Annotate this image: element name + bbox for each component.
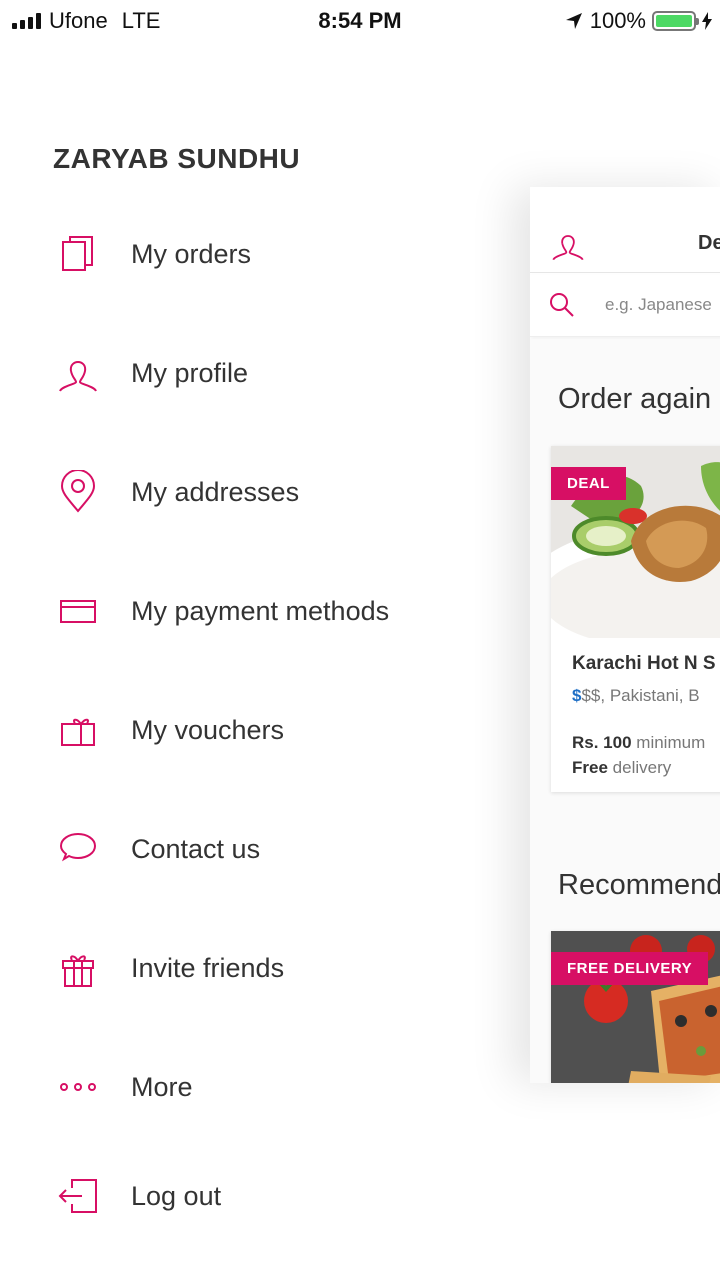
menu-label: My addresses bbox=[131, 476, 300, 507]
delivery-label: delivery bbox=[612, 758, 672, 777]
menu-label: Contact us bbox=[131, 833, 261, 864]
location-arrow-icon bbox=[565, 13, 582, 29]
minimum-label: minimum bbox=[636, 733, 706, 752]
main-header: De bbox=[530, 187, 720, 273]
menu-label: More bbox=[131, 1071, 193, 1102]
section-title-recommended: Recommend bbox=[558, 869, 720, 901]
search-bar[interactable]: e.g. Japanese bbox=[530, 275, 720, 337]
menu-item-more[interactable]: More bbox=[0, 1037, 480, 1137]
battery-percent: 100% bbox=[589, 8, 646, 33]
menu-item-invite-friends[interactable]: Invite friends bbox=[0, 918, 480, 1018]
main-content: Order again DEAL Karachi Hot N S $$$, Pa… bbox=[530, 339, 720, 1083]
section-title-order-again: Order again bbox=[558, 383, 712, 415]
menu-item-my-profile[interactable]: My profile bbox=[0, 323, 480, 423]
profile-icon[interactable] bbox=[550, 227, 586, 263]
deal-badge: DEAL bbox=[551, 467, 626, 500]
menu-item-my-vouchers[interactable]: My vouchers bbox=[0, 680, 480, 780]
status-bar: Ufone LTE 8:54 PM 100% bbox=[0, 0, 720, 40]
menu-label: My orders bbox=[131, 238, 252, 269]
menu-item-my-payment-methods[interactable]: My payment methods bbox=[0, 561, 480, 661]
credit-card-icon bbox=[56, 589, 100, 633]
menu-item-contact-us[interactable]: Contact us bbox=[0, 799, 480, 899]
minimum-order: Rs. 100 minimum bbox=[572, 733, 705, 753]
orders-icon bbox=[56, 232, 100, 276]
menu-label: My payment methods bbox=[131, 595, 390, 626]
location-pin-icon bbox=[56, 470, 100, 514]
chat-bubble-icon bbox=[56, 827, 100, 871]
restaurant-tags: $$$, Pakistani, B bbox=[572, 686, 700, 706]
restaurant-name: Karachi Hot N S bbox=[572, 653, 716, 674]
voucher-icon bbox=[56, 708, 100, 752]
minimum-amount: Rs. 100 bbox=[572, 733, 632, 752]
recommended-card[interactable]: FREE DELIVERY bbox=[551, 931, 720, 1083]
restaurant-card[interactable]: DEAL Karachi Hot N S $$$, Pakistani, B R… bbox=[551, 446, 720, 792]
menu-label: My profile bbox=[131, 357, 249, 388]
delivery-fee: Free delivery bbox=[572, 758, 671, 778]
menu-item-my-orders[interactable]: My orders bbox=[0, 204, 480, 304]
user-name: ZARYAB SUNDHU bbox=[53, 143, 301, 174]
search-input[interactable]: e.g. Japanese bbox=[605, 295, 712, 315]
restaurant-image: DEAL bbox=[551, 446, 720, 638]
menu-item-my-addresses[interactable]: My addresses bbox=[0, 442, 480, 542]
more-dots-icon bbox=[56, 1065, 100, 1109]
gift-icon bbox=[56, 946, 100, 990]
menu-item-log-out[interactable]: Log out bbox=[0, 1146, 480, 1246]
delivery-amount: Free bbox=[572, 758, 608, 777]
main-screen-panel[interactable]: De e.g. Japanese Order again DEAL Karach… bbox=[530, 187, 720, 1083]
menu-label: My vouchers bbox=[131, 714, 285, 745]
battery-icon bbox=[652, 11, 699, 31]
delivery-location-label[interactable]: De bbox=[698, 232, 720, 255]
charging-bolt-icon bbox=[702, 12, 712, 30]
menu-label: Invite friends bbox=[131, 952, 285, 983]
search-icon bbox=[550, 293, 574, 317]
profile-icon bbox=[56, 351, 100, 395]
recommended-image: FREE DELIVERY bbox=[551, 931, 720, 1083]
restaurant-cuisines: $$, Pakistani, B bbox=[581, 686, 700, 705]
status-right: 100% bbox=[564, 8, 712, 34]
free-delivery-badge: FREE DELIVERY bbox=[551, 952, 709, 985]
menu-label: Log out bbox=[131, 1180, 222, 1211]
logout-icon bbox=[56, 1174, 100, 1218]
